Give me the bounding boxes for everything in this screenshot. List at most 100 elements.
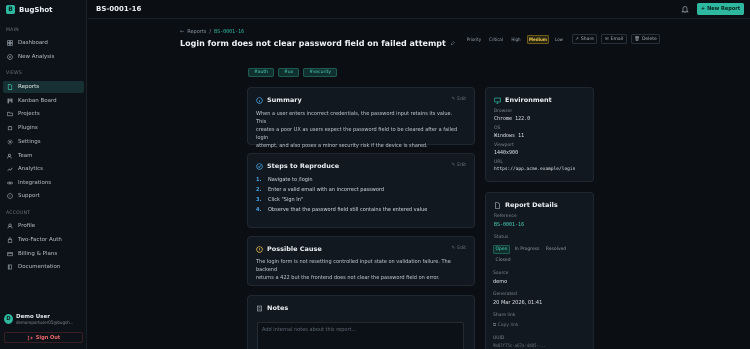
status-option-open[interactable]: Open bbox=[493, 245, 510, 254]
tag[interactable]: #auth bbox=[248, 68, 274, 77]
reference-value: BS-0001-16 bbox=[494, 222, 525, 228]
step-number: 1. bbox=[256, 177, 262, 183]
share-link-label: Share link bbox=[493, 313, 516, 318]
step-text: Navigate to /login bbox=[268, 177, 313, 183]
breadcrumb-parent[interactable]: Reports bbox=[187, 29, 206, 35]
tag[interactable]: #security bbox=[303, 68, 338, 77]
step-number: 3. bbox=[256, 197, 262, 203]
edit-label: Edit bbox=[457, 246, 466, 251]
environment-header: Environment bbox=[494, 96, 552, 104]
step-item: 3. Click "Sign In" bbox=[256, 195, 427, 205]
email-label: Email bbox=[610, 36, 624, 42]
priority-option-medium[interactable]: Medium bbox=[527, 35, 549, 44]
sidebar-item-team[interactable]: Team bbox=[3, 150, 84, 162]
sidebar-item-label: Documentation bbox=[18, 264, 61, 270]
user-email: demoreportuser05@bugsh... bbox=[16, 319, 74, 325]
status-label: Status bbox=[494, 235, 509, 240]
viewport-value: 1440x900 bbox=[494, 150, 519, 156]
viewport-label: Viewport bbox=[494, 143, 514, 148]
user-profile[interactable]: D Demo User demoreportuser05@bugsh... bbox=[4, 311, 84, 327]
step-text: Enter a valid email with an incorrect pa… bbox=[268, 187, 385, 193]
share-label: Share bbox=[580, 36, 594, 42]
priority-label: Priority bbox=[466, 37, 482, 42]
source-label: Source bbox=[493, 271, 509, 276]
steps-edit-button[interactable]: ✎ Edit bbox=[452, 163, 467, 168]
users-icon bbox=[7, 153, 13, 159]
generated-label: Generated bbox=[493, 292, 517, 297]
cause-edit-button[interactable]: ✎ Edit bbox=[452, 246, 467, 251]
breadcrumb: ← Reports / BS-0001-16 bbox=[180, 29, 244, 35]
page-title-text: Login form does not clear password field… bbox=[180, 39, 446, 48]
sidebar-item-settings[interactable]: Settings bbox=[3, 136, 84, 148]
trash-icon: 🗑 bbox=[634, 36, 640, 42]
step-item: 2. Enter a valid email with an incorrect … bbox=[256, 185, 427, 195]
summary-line: attempt, and also poses a minor security… bbox=[256, 143, 428, 149]
share-button[interactable]: ↗ Share bbox=[572, 34, 597, 44]
warning-icon bbox=[256, 245, 263, 253]
url-value: https://app.acme.example/login bbox=[494, 167, 576, 172]
bell-icon[interactable] bbox=[681, 5, 689, 13]
pencil-icon[interactable] bbox=[450, 41, 455, 46]
sidebar-item-reports[interactable]: Reports bbox=[3, 81, 84, 93]
summary-edit-button[interactable]: ✎ Edit bbox=[452, 97, 467, 102]
info-icon bbox=[256, 96, 263, 104]
sidebar-item-new-analysis[interactable]: New Analysis bbox=[3, 51, 84, 63]
page-title: Login form does not clear password field… bbox=[180, 39, 455, 48]
sidebar-item-label: Two-Factor Auth bbox=[18, 237, 62, 243]
notes-title: Notes bbox=[267, 304, 289, 312]
topbar-title: BS-0001-16 bbox=[96, 5, 142, 13]
sidebar-item-label: Billing & Plans bbox=[18, 251, 58, 257]
share-icon: ↗ bbox=[575, 36, 579, 42]
priority-option-critical[interactable]: Critical bbox=[486, 35, 506, 44]
puzzle-icon bbox=[7, 125, 13, 131]
sidebar-item-dashboard[interactable]: Dashboard bbox=[3, 37, 84, 49]
sidebar-item-projects[interactable]: Projects bbox=[3, 108, 84, 120]
sidebar: B BugShot MAIN Dashboard New Analysis VI… bbox=[0, 0, 87, 349]
email-button[interactable]: ✉ Email bbox=[601, 34, 627, 44]
cause-card: Possible Cause ✎ Edit The login form is … bbox=[247, 236, 475, 286]
brand[interactable]: B BugShot bbox=[6, 5, 53, 14]
breadcrumb-current: BS-0001-16 bbox=[214, 29, 245, 35]
steps-title: Steps to Reproduce bbox=[267, 162, 340, 170]
copy-link-button[interactable]: ⧉ Copy link bbox=[493, 322, 518, 328]
sidebar-item-documentation[interactable]: Documentation bbox=[3, 261, 84, 273]
sidebar-item-profile[interactable]: Profile bbox=[3, 220, 84, 232]
step-text: Observe that the password field still co… bbox=[268, 207, 428, 213]
delete-button[interactable]: 🗑 Delete bbox=[631, 34, 660, 44]
edit-label: Edit bbox=[457, 163, 466, 168]
status-option-resolved[interactable]: Resolved bbox=[544, 245, 568, 254]
new-report-label: New Report bbox=[707, 6, 741, 12]
sidebar-item-kanban-board[interactable]: Kanban Board bbox=[3, 95, 84, 107]
pencil-icon: ✎ bbox=[451, 163, 456, 168]
logout-icon bbox=[27, 335, 33, 341]
priority-option-high[interactable]: High bbox=[509, 35, 523, 44]
os-value: Windows 11 bbox=[494, 133, 525, 139]
sidebar-item-analytics[interactable]: Analytics bbox=[3, 163, 84, 175]
step-item: 1. Navigate to /login bbox=[256, 175, 427, 185]
sidebar-item-two-factor-auth[interactable]: Two-Factor Auth bbox=[3, 234, 84, 246]
monitor-icon bbox=[494, 97, 501, 104]
sidebar-item-label: Plugins bbox=[18, 125, 38, 131]
summary-line: When a user enters incorrect credentials… bbox=[256, 111, 453, 125]
delete-label: Delete bbox=[641, 36, 657, 42]
notes-card: Notes Add internal notes about this repo… bbox=[247, 295, 475, 349]
sidebar-item-billing[interactable]: Billing & Plans bbox=[3, 248, 84, 260]
sign-out-button[interactable]: Sign Out bbox=[4, 332, 83, 343]
sidebar-item-plugins[interactable]: Plugins bbox=[3, 122, 84, 134]
generated-value: 20 Mar 2026, 01:41 bbox=[493, 300, 543, 306]
priority-option-low[interactable]: Low bbox=[552, 35, 566, 44]
status-option-closed[interactable]: Closed bbox=[493, 256, 513, 265]
help-icon: ? bbox=[7, 193, 13, 199]
uuid-value: 9b07f75c-a67a-4d85-... bbox=[493, 343, 546, 348]
notes-textarea[interactable]: Add internal notes about this report... bbox=[257, 322, 464, 349]
tag[interactable]: #ux bbox=[278, 68, 300, 77]
back-arrow-icon[interactable]: ← bbox=[180, 29, 184, 35]
new-report-button[interactable]: + New Report bbox=[697, 3, 744, 15]
sidebar-item-integrations[interactable]: Integrations bbox=[3, 177, 84, 189]
summary-card: Summary ✎ Edit When a user enters incorr… bbox=[247, 87, 475, 149]
status-option-in-progress[interactable]: In Progress bbox=[513, 245, 541, 254]
sidebar-item-label: Team bbox=[18, 153, 33, 159]
sidebar-item-support[interactable]: ? Support bbox=[3, 190, 84, 202]
browser-label: Browser bbox=[494, 109, 513, 114]
step-number: 2. bbox=[256, 187, 262, 193]
